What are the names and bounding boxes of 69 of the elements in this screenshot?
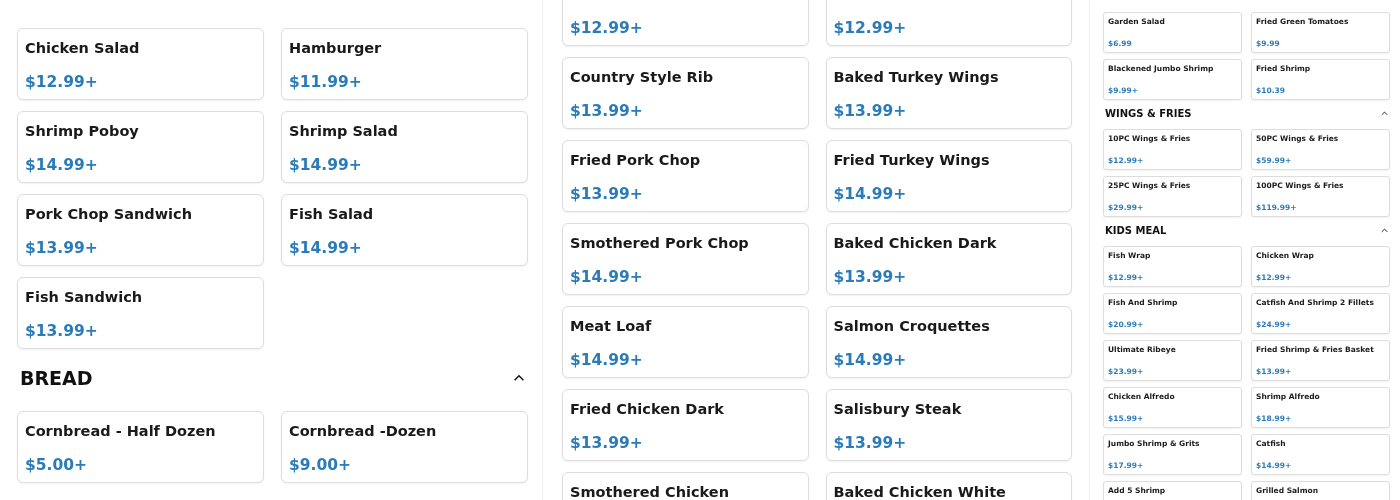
menu-item-card[interactable]: Fried Pork Chop $13.99+	[562, 140, 809, 212]
item-price: $5.00+	[25, 456, 87, 474]
item-price: $11.99+	[289, 73, 362, 91]
menu-item-card[interactable]: Shrimp Poboy $14.99+	[17, 111, 264, 183]
menu-item-card[interactable]: Fish Salad $14.99+	[281, 194, 528, 266]
chevron-icon[interactable]	[513, 374, 525, 382]
item-price: $14.99+	[25, 156, 98, 174]
item-name: Chicken Salad	[25, 40, 140, 56]
menu-item-card[interactable]: Country Style Rib $13.99+	[562, 57, 809, 129]
menu-item-card[interactable]: Baked Chicken Dark $13.99+	[825, 223, 1072, 295]
menu-item-card[interactable]: Cornbread - Half Dozen $5.00+	[17, 411, 264, 483]
menu-item-card[interactable]: Fried Turkey Wings $14.99+	[825, 140, 1072, 212]
item-price: $13.99+	[833, 268, 907, 286]
item-name: Pork Chop Sandwich	[25, 206, 192, 222]
item-price: $13.99+	[570, 185, 643, 203]
section-heading: BREAD	[20, 367, 93, 389]
item-name: Fried Turkey Wings	[833, 152, 990, 168]
menu-item-card[interactable]: Chicken Salad $12.99+	[17, 28, 264, 100]
menu-item-card[interactable]: Meat Loaf $14.99+	[562, 306, 809, 378]
menu-item-card[interactable]: Hamburger $11.99+	[281, 28, 528, 100]
item-price: $14.99+	[833, 185, 907, 203]
menu-item-card[interactable]: Salisbury Steak $13.99+	[825, 389, 1072, 461]
item-name: Salmon Croquettes	[833, 318, 990, 334]
item-name: Shrimp Poboy	[25, 123, 139, 139]
item-name: Hamburger	[289, 40, 382, 56]
item-name: Salisbury Steak	[833, 401, 962, 417]
item-price: $13.99+	[570, 102, 643, 120]
item-name: Fried Pork Chop	[570, 152, 701, 168]
item-name: Baked Turkey Wings	[833, 69, 999, 85]
item-name: Smothered Pork Chop	[570, 235, 749, 251]
item-name: Baked Chicken Dark	[833, 235, 997, 251]
item-name: Country Style Rib	[570, 69, 714, 85]
item-name: Shrimp Salad	[289, 123, 398, 139]
item-price: $12.99+	[833, 19, 907, 37]
menu-item-card[interactable]: Fish Sandwich $13.99+	[17, 277, 264, 349]
item-price: $9.00+	[289, 456, 351, 474]
menu-item-card[interactable]: Fried Chicken Dark $13.99+	[562, 389, 809, 461]
menu-item-card[interactable]: $12.99+	[825, 0, 1072, 46]
item-price: $14.99+	[570, 351, 643, 369]
item-price: $14.99+	[570, 268, 643, 286]
menu-item-card[interactable]: Pork Chop Sandwich $13.99+	[17, 194, 264, 266]
item-name: Fish Salad	[289, 206, 374, 222]
item-name: Fried Chicken Dark	[570, 401, 724, 417]
item-price: $13.99+	[570, 434, 643, 452]
item-price: $13.99+	[25, 322, 98, 340]
item-price: $12.99+	[570, 19, 643, 37]
menu-item-card[interactable]: Baked Chicken White	[825, 472, 1072, 500]
menu-item-card[interactable]: Cornbread -Dozen $9.00+	[281, 411, 528, 483]
item-price: $13.99+	[25, 239, 98, 257]
item-name: Cornbread -Dozen	[289, 423, 437, 439]
item-price: $14.99+	[289, 156, 362, 174]
item-price: $14.99+	[289, 239, 362, 257]
menu-item-card[interactable]: Salmon Croquettes $14.99+	[825, 306, 1072, 378]
section-heading: KIDS MEAL	[1105, 225, 1167, 236]
item-name: Meat Loaf	[570, 318, 652, 334]
menu-item-card[interactable]: Baked Turkey Wings $13.99+	[825, 57, 1072, 129]
item-price: $12.99+	[25, 73, 98, 91]
menu-item-card[interactable]: Smothered Chicken	[562, 472, 809, 500]
section-heading: WINGS & FRIES	[1105, 108, 1192, 119]
menu-item-card[interactable]: Shrimp Salad $14.99+	[281, 111, 528, 183]
item-price: $14.99+	[833, 351, 907, 369]
item-price: $13.99+	[833, 434, 907, 452]
menu-item-card[interactable]: Smothered Pork Chop $14.99+	[562, 223, 809, 295]
item-name: Fish Sandwich	[25, 289, 143, 305]
item-name: Cornbread - Half Dozen	[25, 423, 216, 439]
item-name: Smothered Chicken	[570, 484, 729, 500]
menu-item-card[interactable]: $12.99+	[562, 0, 809, 46]
item-name: Baked Chicken White	[833, 484, 1006, 500]
item-price: $13.99+	[833, 102, 907, 120]
